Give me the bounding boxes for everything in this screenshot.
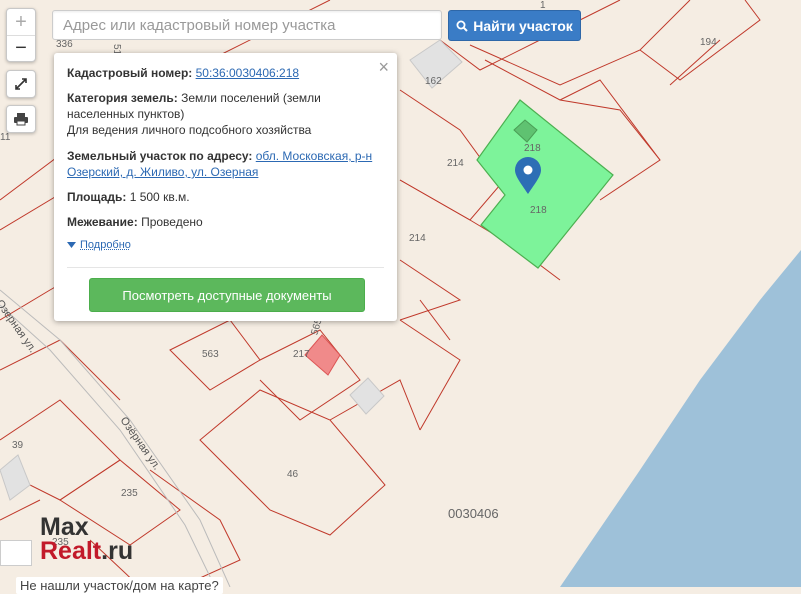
logo-line2: Realt.ru (40, 537, 134, 565)
details-toggle[interactable]: Подробно (67, 239, 131, 251)
printer-icon (14, 113, 28, 126)
land-category-row: Категория земель: Земли поселений (земли… (67, 90, 387, 122)
parcel-info-popup: × Кадастровый номер: 50:36:0030406:218 К… (54, 53, 397, 321)
caret-down-icon (67, 242, 76, 248)
area-label: Площадь: (67, 190, 127, 204)
parcel-label: 11 (0, 132, 11, 143)
parcel-label: 563 (202, 349, 219, 360)
zoom-in-button[interactable]: + (7, 9, 35, 35)
parcel-label: 39 (12, 440, 24, 451)
parcel-label: 214 (409, 233, 426, 244)
search-icon (456, 20, 468, 32)
print-button[interactable] (6, 105, 36, 133)
cadastral-block-label: 0030406 (448, 506, 499, 521)
land-usage: Для ведения личного подсобного хозяйства (67, 123, 312, 137)
parcel-label: 214 (447, 158, 464, 169)
parcel-label: 162 (425, 76, 442, 87)
search-input[interactable] (52, 10, 442, 40)
land-category-label: Категория земель: (67, 91, 178, 105)
parcel-label: 218 (524, 143, 541, 154)
parcel-label: 194 (700, 37, 717, 48)
view-documents-button[interactable]: Посмотреть доступные документы (89, 278, 365, 312)
parcel-label: 218 (530, 205, 547, 216)
address-label: Земельный участок по адресу: (67, 149, 253, 163)
expand-icon (15, 78, 27, 90)
logo-line1: Max (40, 513, 89, 541)
find-parcel-button[interactable]: Найти участок (448, 10, 581, 41)
area-value: 1 500 кв.м. (129, 190, 190, 204)
details-label: Подробно (80, 239, 131, 251)
map-corner-widget (0, 540, 32, 566)
find-parcel-label: Найти участок (473, 17, 573, 34)
site-logo: Max Realt.ru (40, 513, 134, 565)
zoom-control: + − (6, 8, 36, 62)
survey-label: Межевание: (67, 215, 138, 229)
area-row: Площадь: 1 500 кв.м. (67, 189, 387, 205)
fullscreen-button[interactable] (6, 70, 36, 98)
survey-value: Проведено (141, 215, 203, 229)
cadastral-number-label: Кадастровый номер: (67, 66, 193, 80)
parcel-label: 336 (56, 39, 73, 50)
not-found-link[interactable]: Не нашли участок/дом на карте? (16, 577, 223, 594)
parcel-label: 235 (121, 488, 138, 499)
parcel-label: 217 (293, 349, 310, 360)
parcel-label: 46 (287, 469, 299, 480)
divider (67, 267, 384, 268)
address-row: Земельный участок по адресу: обл. Москов… (67, 148, 387, 180)
zoom-out-button[interactable]: − (7, 35, 35, 61)
cadastral-number-row: Кадастровый номер: 50:36:0030406:218 (67, 65, 387, 81)
survey-row: Межевание: Проведено (67, 214, 387, 230)
cadastral-number-link[interactable]: 50:36:0030406:218 (196, 66, 299, 80)
